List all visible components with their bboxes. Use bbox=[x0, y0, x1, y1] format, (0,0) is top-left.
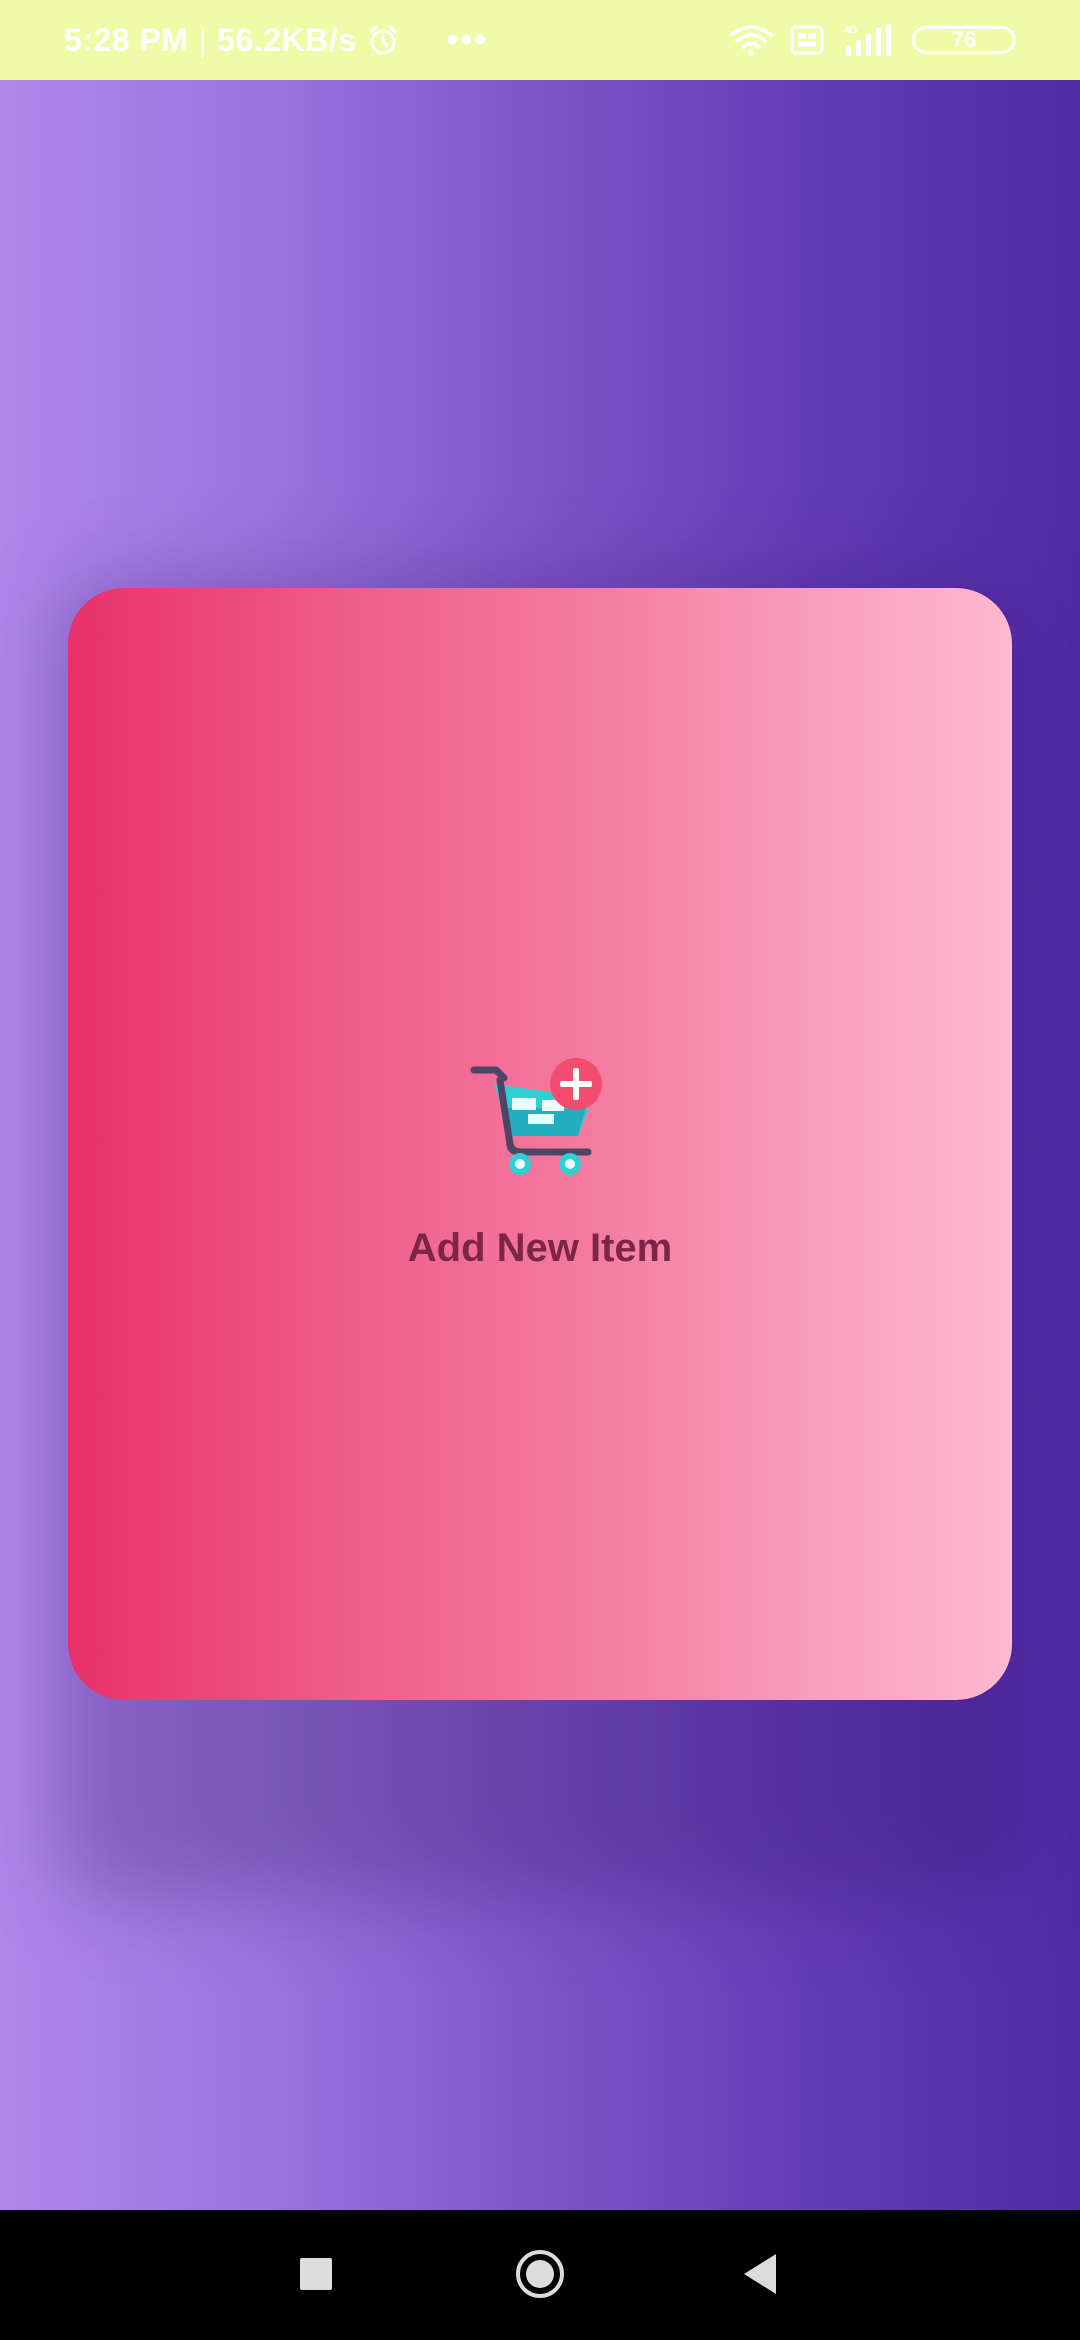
status-right: 4G 76 bbox=[728, 22, 1016, 58]
add-to-cart-icon bbox=[470, 1058, 602, 1175]
main-background: Add New Item bbox=[0, 80, 1080, 2210]
network-speed: 56.2KB/s bbox=[217, 21, 357, 58]
card-title: Add New Item bbox=[407, 1226, 673, 1270]
home-icon bbox=[526, 2260, 554, 2288]
status-bar: 5:28 PM | 56.2KB/s ••• 4G 76 bbox=[0, 0, 1080, 80]
back-button[interactable] bbox=[744, 2254, 776, 2294]
card-content: Add New Item bbox=[68, 588, 1012, 1700]
recents-button[interactable] bbox=[300, 2258, 332, 2290]
status-time: 5:28 PM bbox=[64, 21, 189, 58]
more-notifications-dots: ••• bbox=[446, 20, 489, 59]
battery-icon: 76 bbox=[912, 26, 1016, 54]
battery-level: 76 bbox=[951, 27, 977, 52]
add-item-card[interactable]: Add New Item bbox=[68, 588, 1012, 1700]
status-left: 5:28 PM | 56.2KB/s ••• bbox=[64, 21, 488, 60]
status-separator: | bbox=[198, 21, 208, 58]
volte-icon bbox=[790, 25, 824, 55]
navigation-bar bbox=[0, 2210, 1080, 2340]
svg-text:4G: 4G bbox=[844, 25, 858, 36]
home-button[interactable] bbox=[516, 2250, 564, 2298]
signal-4g-icon: 4G bbox=[844, 24, 891, 56]
wifi-icon bbox=[729, 25, 773, 56]
alarm-icon bbox=[369, 25, 397, 55]
